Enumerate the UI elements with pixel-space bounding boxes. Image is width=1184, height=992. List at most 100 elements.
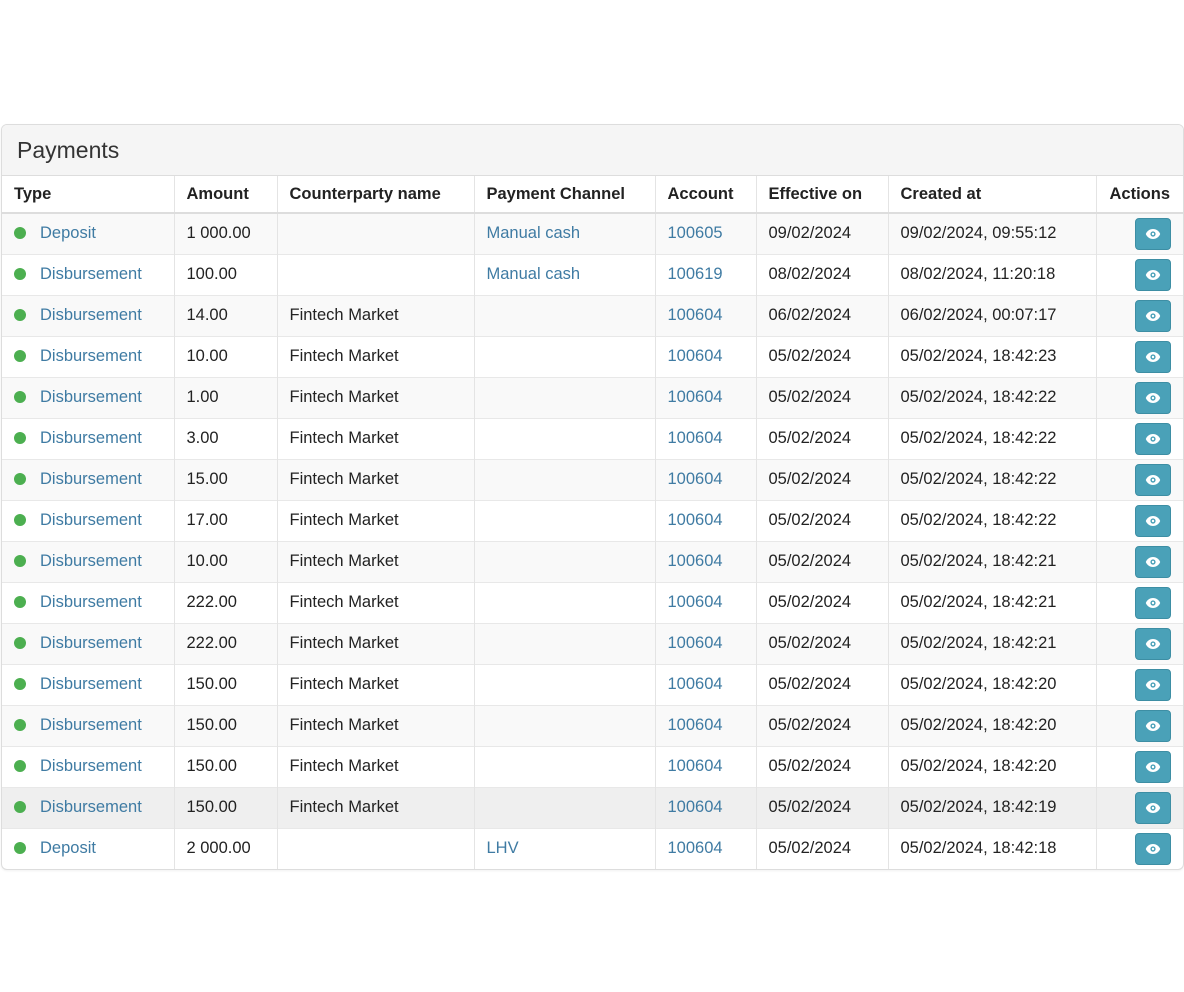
payment-channel-link[interactable]: Manual cash <box>487 224 581 242</box>
table-row: Disbursement 1.00 Fintech Market 100604 05/0… <box>2 376 1183 418</box>
view-button[interactable] <box>1135 340 1171 373</box>
eye-icon <box>1145 269 1161 281</box>
view-button[interactable] <box>1135 463 1171 496</box>
view-button[interactable] <box>1135 299 1171 332</box>
header-counterparty[interactable]: Counterparty name <box>277 176 475 214</box>
header-amount[interactable]: Amount <box>174 176 278 214</box>
cell-counterparty: Fintech Market <box>277 704 475 746</box>
payment-type-link[interactable]: Disbursement <box>40 265 142 283</box>
payment-type-link[interactable]: Disbursement <box>40 675 142 693</box>
payment-channel-link[interactable]: LHV <box>487 839 519 857</box>
view-button[interactable] <box>1135 504 1171 537</box>
cell-account: 100604 <box>655 622 757 664</box>
status-dot-icon <box>14 309 26 321</box>
payment-type-link[interactable]: Disbursement <box>40 552 142 570</box>
payment-type-link[interactable]: Disbursement <box>40 716 142 734</box>
payment-type-link[interactable]: Disbursement <box>40 306 142 324</box>
account-link[interactable]: 100604 <box>668 798 723 816</box>
cell-amount: 10.00 <box>174 335 278 377</box>
table-body: Deposit 1 000.00 Manual cash 100605 09/02/20… <box>2 212 1183 869</box>
cell-type: Disbursement <box>2 540 175 582</box>
status-dot-icon <box>14 801 26 813</box>
cell-amount: 100.00 <box>174 253 278 295</box>
payment-channel-link[interactable]: Manual cash <box>487 265 581 283</box>
account-link[interactable]: 100619 <box>668 265 723 283</box>
cell-actions <box>1096 499 1183 541</box>
header-account[interactable]: Account <box>655 176 757 214</box>
cell-effective-on: 05/02/2024 <box>756 622 889 664</box>
cell-payment-channel <box>474 458 656 500</box>
account-link[interactable]: 100604 <box>668 716 723 734</box>
status-dot-icon <box>14 473 26 485</box>
account-link[interactable]: 100604 <box>668 757 723 775</box>
account-link[interactable]: 100604 <box>668 511 723 529</box>
eye-icon <box>1145 351 1161 363</box>
view-button[interactable] <box>1135 381 1171 414</box>
payment-type-link[interactable]: Disbursement <box>40 634 142 652</box>
eye-icon <box>1145 720 1161 732</box>
view-button[interactable] <box>1135 668 1171 701</box>
payment-type-link[interactable]: Disbursement <box>40 593 142 611</box>
panel-title: Payments <box>2 125 1183 176</box>
cell-effective-on: 05/02/2024 <box>756 458 889 500</box>
account-link[interactable]: 100604 <box>668 839 723 857</box>
payment-type-link[interactable]: Disbursement <box>40 798 142 816</box>
account-link[interactable]: 100604 <box>668 552 723 570</box>
eye-icon <box>1145 556 1161 568</box>
cell-created-at: 05/02/2024, 18:42:23 <box>888 335 1097 377</box>
payment-type-link[interactable]: Disbursement <box>40 511 142 529</box>
cell-amount: 150.00 <box>174 663 278 705</box>
cell-effective-on: 05/02/2024 <box>756 376 889 418</box>
view-button[interactable] <box>1135 422 1171 455</box>
header-created-at[interactable]: Created at <box>888 176 1097 214</box>
cell-created-at: 05/02/2024, 18:42:20 <box>888 745 1097 787</box>
cell-actions <box>1096 417 1183 459</box>
eye-icon <box>1145 843 1161 855</box>
view-button[interactable] <box>1135 545 1171 578</box>
cell-payment-channel <box>474 417 656 459</box>
view-button[interactable] <box>1135 709 1171 742</box>
account-link[interactable]: 100604 <box>668 388 723 406</box>
account-link[interactable]: 100605 <box>668 224 723 242</box>
view-button[interactable] <box>1135 750 1171 783</box>
header-type[interactable]: Type <box>2 176 175 214</box>
cell-effective-on: 05/02/2024 <box>756 827 889 869</box>
view-button[interactable] <box>1135 627 1171 660</box>
view-button[interactable] <box>1135 217 1171 250</box>
cell-counterparty: Fintech Market <box>277 458 475 500</box>
account-link[interactable]: 100604 <box>668 306 723 324</box>
cell-created-at: 05/02/2024, 18:42:20 <box>888 704 1097 746</box>
view-button[interactable] <box>1135 832 1171 865</box>
eye-icon <box>1145 474 1161 486</box>
payment-type-link[interactable]: Disbursement <box>40 388 142 406</box>
payment-type-link[interactable]: Disbursement <box>40 757 142 775</box>
cell-created-at: 05/02/2024, 18:42:22 <box>888 417 1097 459</box>
view-button[interactable] <box>1135 586 1171 619</box>
cell-payment-channel <box>474 745 656 787</box>
payment-type-link[interactable]: Deposit <box>40 224 96 242</box>
account-link[interactable]: 100604 <box>668 634 723 652</box>
cell-payment-channel <box>474 622 656 664</box>
payment-type-link[interactable]: Disbursement <box>40 347 142 365</box>
account-link[interactable]: 100604 <box>668 593 723 611</box>
eye-icon <box>1145 597 1161 609</box>
account-link[interactable]: 100604 <box>668 675 723 693</box>
account-link[interactable]: 100604 <box>668 429 723 447</box>
cell-created-at: 05/02/2024, 18:42:21 <box>888 581 1097 623</box>
cell-actions <box>1096 581 1183 623</box>
view-button[interactable] <box>1135 258 1171 291</box>
account-link[interactable]: 100604 <box>668 347 723 365</box>
cell-actions <box>1096 253 1183 295</box>
payment-type-link[interactable]: Deposit <box>40 839 96 857</box>
payment-type-link[interactable]: Disbursement <box>40 429 142 447</box>
cell-account: 100604 <box>655 581 757 623</box>
view-button[interactable] <box>1135 791 1171 824</box>
header-effective-on[interactable]: Effective on <box>756 176 889 214</box>
cell-type: Disbursement <box>2 663 175 705</box>
header-actions: Actions <box>1096 176 1183 214</box>
account-link[interactable]: 100604 <box>668 470 723 488</box>
header-payment-channel[interactable]: Payment Channel <box>474 176 656 214</box>
cell-counterparty: Fintech Market <box>277 294 475 336</box>
payment-type-link[interactable]: Disbursement <box>40 470 142 488</box>
eye-icon <box>1145 679 1161 691</box>
